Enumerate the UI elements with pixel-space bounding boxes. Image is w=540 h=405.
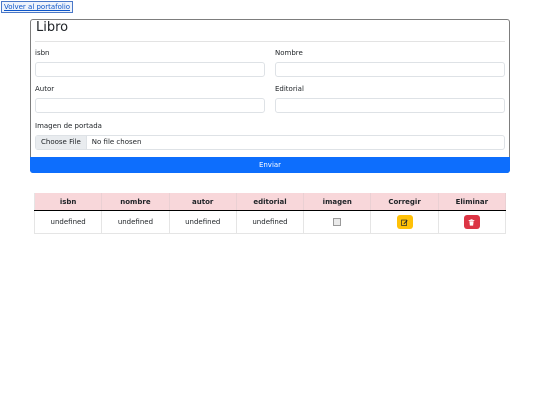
cell-nombre: undefined (101, 210, 170, 234)
submit-button[interactable]: Enviar (30, 157, 510, 173)
isbn-label: isbn (35, 49, 50, 57)
cover-image-file-input[interactable]: Choose File No file chosen (35, 135, 505, 150)
back-to-portfolio-link[interactable]: Volver al portafolio (1, 1, 74, 13)
editorial-input[interactable] (275, 98, 505, 113)
file-status-text: No file chosen (91, 138, 142, 146)
table-header-row: isbn nombre autor editorial imagen Corre… (33, 193, 507, 211)
cell-isbn: undefined (33, 210, 103, 234)
header-corregir: Corregir (370, 193, 439, 211)
cell-corregir (370, 210, 439, 234)
header-isbn: isbn (33, 193, 103, 211)
header-autor: autor (169, 193, 237, 211)
cell-eliminar (438, 210, 507, 234)
autor-label: Autor (35, 85, 55, 93)
choose-file-button[interactable]: Choose File (36, 136, 87, 149)
form-title: Libro (36, 20, 69, 35)
edit-button[interactable] (396, 215, 413, 229)
delete-button[interactable] (463, 215, 480, 229)
header-editorial: editorial (236, 193, 305, 211)
broken-image-icon (333, 218, 342, 226)
title-divider (35, 41, 505, 42)
editorial-label: Editorial (275, 85, 304, 93)
book-form-card: Libro isbn Nombre Autor Editorial Imagen… (30, 19, 510, 173)
nombre-label: Nombre (275, 49, 303, 57)
header-imagen: imagen (303, 193, 372, 211)
header-nombre: nombre (101, 193, 170, 211)
isbn-input[interactable] (35, 62, 265, 77)
trash-icon (469, 218, 475, 226)
books-table: isbn nombre autor editorial imagen Corre… (33, 193, 507, 234)
header-eliminar: Eliminar (438, 193, 507, 211)
nombre-input[interactable] (275, 62, 505, 77)
imagen-label: Imagen de portada (35, 122, 102, 130)
cell-imagen (303, 210, 372, 234)
table-row: undefined undefined undefined undefined (33, 210, 507, 234)
pencil-square-icon (401, 219, 408, 226)
cell-autor: undefined (169, 210, 237, 234)
cell-editorial: undefined (236, 210, 305, 234)
autor-input[interactable] (35, 98, 265, 113)
